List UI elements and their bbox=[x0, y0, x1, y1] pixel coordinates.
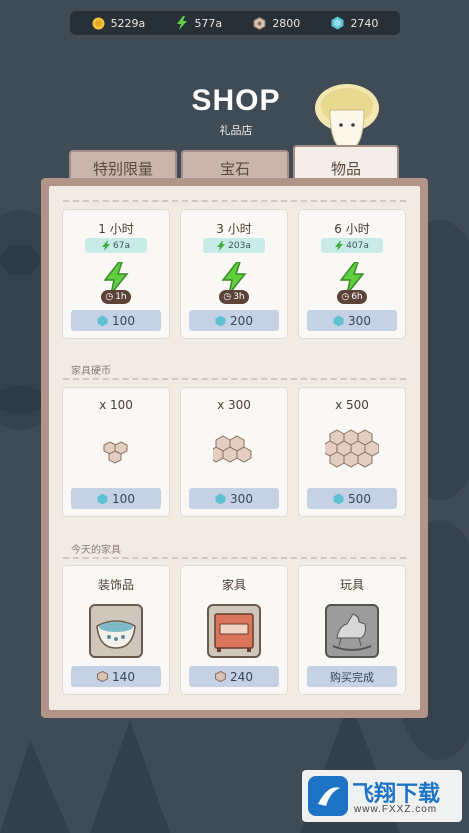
furniture-coin-icon bbox=[215, 671, 227, 682]
duration-tag: ◷ 3h bbox=[219, 290, 249, 304]
price: 300 bbox=[348, 313, 371, 328]
cabinet-furniture-icon bbox=[207, 604, 261, 658]
coin-quantity: x 300 bbox=[217, 398, 251, 412]
buy-button[interactable]: 100 bbox=[71, 310, 161, 331]
gem-icon bbox=[215, 315, 226, 326]
buy-button[interactable]: 200 bbox=[189, 310, 279, 331]
shop-panel: 1 小时 67a ◷ 1h 100 3 小时 203a ◷ 3h 200 6 小… bbox=[41, 178, 428, 718]
gem-icon bbox=[331, 16, 344, 30]
shop-panel-content: 1 小时 67a ◷ 1h 100 3 小时 203a ◷ 3h 200 6 小… bbox=[49, 186, 420, 710]
watermark-url: www.FXXZ.com bbox=[354, 804, 438, 815]
currency-furniture-coins: 2800 bbox=[253, 16, 301, 30]
price: 200 bbox=[230, 313, 253, 328]
daily-item-title: 玩具 bbox=[339, 578, 364, 592]
tab-label: 特别限量 bbox=[92, 159, 153, 178]
purchased-button[interactable]: 购买完成 bbox=[307, 666, 397, 687]
gem-icon bbox=[333, 493, 344, 504]
coin-amount: 5229a bbox=[110, 16, 146, 30]
price: 100 bbox=[112, 313, 135, 328]
energy-title: 6 小时 bbox=[334, 222, 370, 236]
buy-button[interactable]: 500 bbox=[307, 488, 397, 509]
watermark-logo-icon bbox=[308, 776, 348, 816]
energy-title: 1 小时 bbox=[98, 222, 134, 236]
lightning-icon bbox=[217, 240, 226, 251]
coin-quantity: x 500 bbox=[335, 398, 369, 412]
gem-icon bbox=[97, 493, 108, 504]
gem-amount: 2740 bbox=[350, 16, 379, 30]
duration-label: 3h bbox=[233, 292, 245, 302]
daily-item-furniture[interactable]: 家具 240 bbox=[181, 566, 287, 694]
buy-button[interactable]: 300 bbox=[189, 488, 279, 509]
price: 300 bbox=[230, 491, 253, 506]
lightning-icon bbox=[177, 16, 188, 30]
energy-bonus-badge: 407a bbox=[321, 238, 383, 253]
energy-card-3h[interactable]: 3 小时 203a ◷ 3h 200 bbox=[181, 210, 287, 338]
lightning-icon bbox=[335, 240, 344, 251]
buy-button[interactable]: 100 bbox=[71, 488, 161, 509]
buy-button[interactable]: 140 bbox=[71, 666, 161, 687]
energy-bonus-badge: 67a bbox=[85, 238, 147, 253]
duration-label: 6h bbox=[351, 292, 363, 302]
energy-bonus-badge: 203a bbox=[203, 238, 265, 253]
currency-bar: 5229a 577a 2800 2740 bbox=[70, 11, 400, 35]
furniture-coin-card-300[interactable]: x 300 300 bbox=[181, 388, 287, 516]
section-label-daily-furniture: 今天的家具 bbox=[71, 545, 121, 556]
purchase-status: 购买完成 bbox=[330, 670, 374, 684]
energy-bonus: 203a bbox=[228, 240, 251, 251]
energy-amount: 577a bbox=[194, 16, 223, 30]
energy-title: 3 小时 bbox=[216, 222, 252, 236]
daily-item-toy[interactable]: 玩具 购买完成 bbox=[299, 566, 405, 694]
price: 140 bbox=[112, 669, 135, 684]
furniture-coin-icon bbox=[97, 671, 109, 682]
clock-icon: ◷ bbox=[223, 292, 232, 302]
currency-coins: 5229a bbox=[92, 16, 146, 30]
clock-icon: ◷ bbox=[341, 292, 350, 302]
buy-button[interactable]: 300 bbox=[307, 310, 397, 331]
daily-item-title: 装饰品 bbox=[97, 578, 134, 592]
furniture-coin-card-500[interactable]: x 500 500 bbox=[299, 388, 405, 516]
divider bbox=[63, 557, 406, 559]
divider bbox=[63, 200, 406, 202]
furniture-coin-card-100[interactable]: x 100 100 bbox=[63, 388, 169, 516]
currency-energy: 577a bbox=[176, 16, 222, 30]
watermark-logo: 飞翔下载 www.FXXZ.com bbox=[302, 770, 462, 822]
gem-icon bbox=[215, 493, 226, 504]
energy-card-1h[interactable]: 1 小时 67a ◷ 1h 100 bbox=[63, 210, 169, 338]
furniture-coin-icon bbox=[253, 16, 266, 30]
tab-label: 宝石 bbox=[219, 159, 250, 178]
coin-stack-medium-icon bbox=[213, 435, 252, 463]
coin-stack-small-icon bbox=[103, 441, 128, 464]
rocking-horse-toy-icon bbox=[325, 604, 379, 658]
duration-label: 1h bbox=[115, 292, 127, 302]
coin-icon bbox=[92, 17, 105, 29]
coin-stack-large-icon bbox=[325, 429, 379, 468]
daily-item-title: 家具 bbox=[221, 578, 246, 592]
mushroom-mascot-icon bbox=[315, 84, 379, 151]
gem-icon bbox=[333, 315, 344, 326]
coin-quantity: x 100 bbox=[99, 398, 133, 412]
duration-tag: ◷ 6h bbox=[337, 290, 367, 304]
price: 500 bbox=[348, 491, 371, 506]
lightning-icon bbox=[102, 240, 111, 251]
clock-icon: ◷ bbox=[105, 292, 114, 302]
energy-card-6h[interactable]: 6 小时 407a ◷ 6h 300 bbox=[299, 210, 405, 338]
daily-item-decoration[interactable]: 装饰品 140 bbox=[63, 566, 169, 694]
energy-bonus: 407a bbox=[346, 240, 369, 251]
price: 240 bbox=[230, 669, 253, 684]
energy-bonus: 67a bbox=[113, 240, 130, 251]
price: 100 bbox=[112, 491, 135, 506]
currency-gems: 2740 bbox=[331, 16, 378, 30]
buy-button[interactable]: 240 bbox=[189, 666, 279, 687]
shop-subtitle: 礼品店 bbox=[219, 124, 253, 137]
section-label-furniture-coins: 家具硬币 bbox=[71, 366, 111, 377]
divider bbox=[63, 378, 406, 380]
tab-label: 物品 bbox=[330, 159, 361, 178]
duration-tag: ◷ 1h bbox=[101, 290, 131, 304]
shop-title: SHOP bbox=[191, 84, 281, 117]
gem-icon bbox=[97, 315, 108, 326]
bowl-decoration-icon bbox=[89, 604, 143, 658]
furniture-coin-amount: 2800 bbox=[272, 16, 301, 30]
